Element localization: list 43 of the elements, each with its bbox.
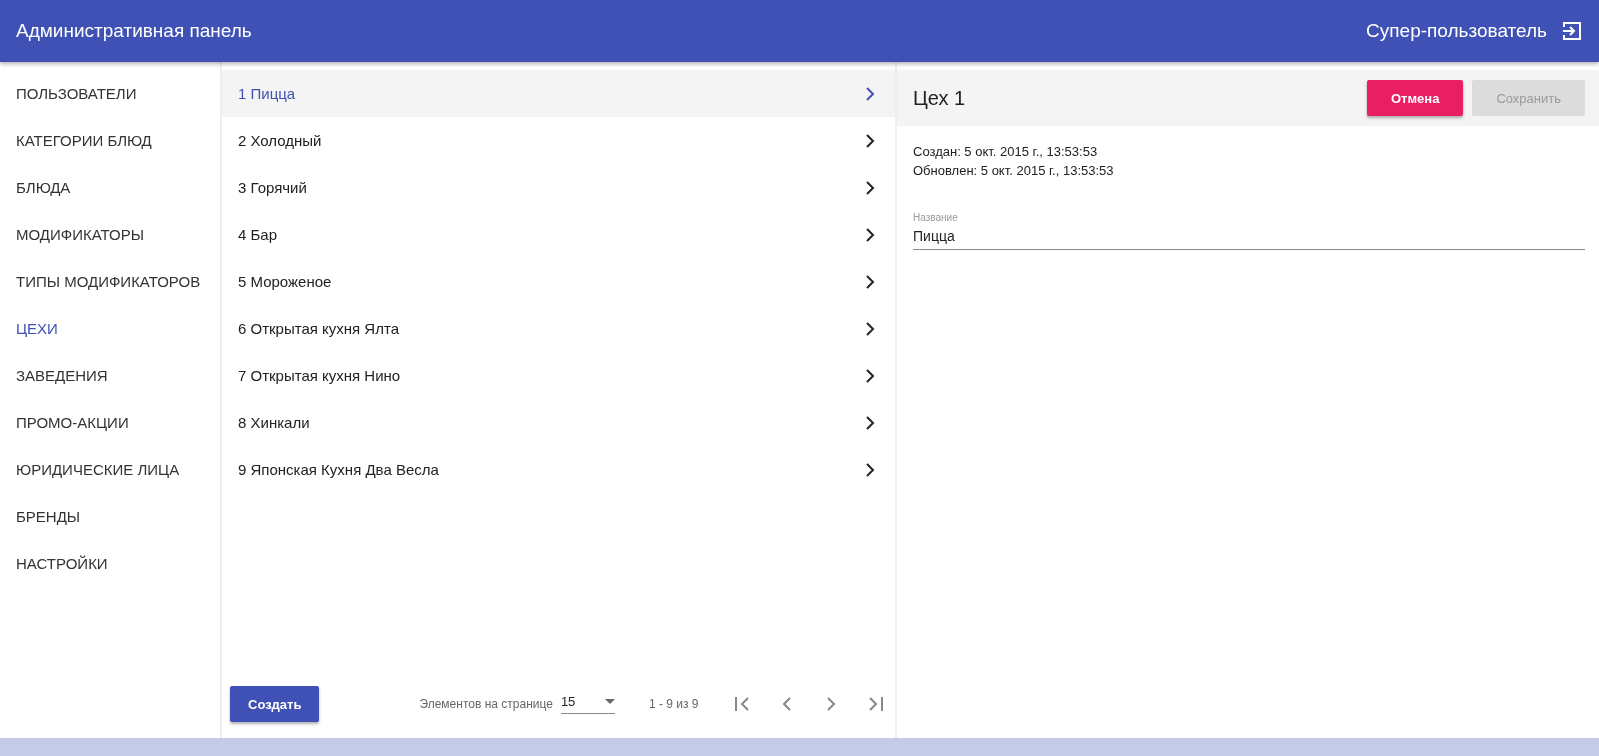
list-row[interactable]: 2 Холодный bbox=[222, 117, 895, 164]
sidebar-item[interactable]: МОДИФИКАТОРЫ bbox=[0, 211, 220, 258]
list-row[interactable]: 9 Японская Кухня Два Весла bbox=[222, 446, 895, 493]
sidebar-item[interactable]: БРЕНДЫ bbox=[0, 493, 220, 540]
sidebar-item[interactable]: ЦЕХИ bbox=[0, 305, 220, 352]
chevron-right-icon bbox=[865, 227, 875, 242]
page-size-label: Элементов на странице bbox=[419, 697, 553, 711]
sidebar-item[interactable]: ЮРИДИЧЕСКИЕ ЛИЦА bbox=[0, 446, 220, 493]
list-row[interactable]: 8 Хинкали bbox=[222, 399, 895, 446]
dropdown-caret-icon bbox=[604, 699, 615, 704]
chevron-right-icon bbox=[865, 368, 875, 383]
logout-button[interactable] bbox=[1561, 20, 1583, 42]
field-label: Название bbox=[913, 212, 959, 224]
list-row[interactable]: 1 Пицца bbox=[222, 70, 895, 117]
list-row[interactable]: 3 Горячий bbox=[222, 164, 895, 211]
chevron-right-icon bbox=[865, 462, 875, 477]
chevron-right-icon bbox=[865, 274, 875, 289]
chevron-right-icon bbox=[865, 86, 875, 101]
chevron-right-icon bbox=[865, 415, 875, 430]
app-title: Административная панель bbox=[16, 20, 253, 42]
sidebar-item[interactable]: ТИПЫ МОДИФИКАТОРОВ bbox=[0, 258, 220, 305]
sidebar-item[interactable]: НАСТРОЙКИ bbox=[0, 540, 220, 587]
last-page-icon bbox=[866, 696, 885, 712]
sidebar-item[interactable]: КАТЕГОРИИ БЛЮД bbox=[0, 117, 220, 164]
sidebar-item[interactable]: БЛЮДА bbox=[0, 164, 220, 211]
list-row[interactable]: 4 Бар bbox=[222, 211, 895, 258]
list-row[interactable]: 6 Открытая кухня Ялта bbox=[222, 305, 895, 352]
list-row[interactable]: 5 Мороженое bbox=[222, 258, 895, 305]
cancel-button[interactable]: Отмена bbox=[1366, 80, 1464, 116]
page-size-select[interactable]: 15 bbox=[560, 694, 615, 714]
user-name: Супер-пользователь bbox=[1366, 20, 1547, 42]
chevron-right-icon bbox=[865, 321, 875, 336]
sidebar-item[interactable]: ЗАВЕДЕНИЯ bbox=[0, 352, 220, 399]
sidebar-item[interactable]: ПОЛЬЗОВАТЕЛИ bbox=[0, 70, 220, 117]
created-date: Создан: 5 окт. 2015 г., 13:53:53 bbox=[913, 143, 1099, 161]
sidebar-item[interactable]: ПРОМО-АКЦИИ bbox=[0, 399, 220, 446]
chevron-right-icon bbox=[865, 180, 875, 195]
chevron-right-icon bbox=[865, 133, 875, 148]
create-button[interactable]: Создать bbox=[230, 686, 320, 722]
detail-title: Цех 1 bbox=[913, 86, 967, 110]
page-range: 1 - 9 из 9 bbox=[648, 697, 699, 711]
updated-date: Обновлен: 5 окт. 2015 г., 13:53:53 bbox=[913, 162, 1115, 180]
list-row[interactable]: 7 Открытая кухня Нино bbox=[222, 352, 895, 399]
